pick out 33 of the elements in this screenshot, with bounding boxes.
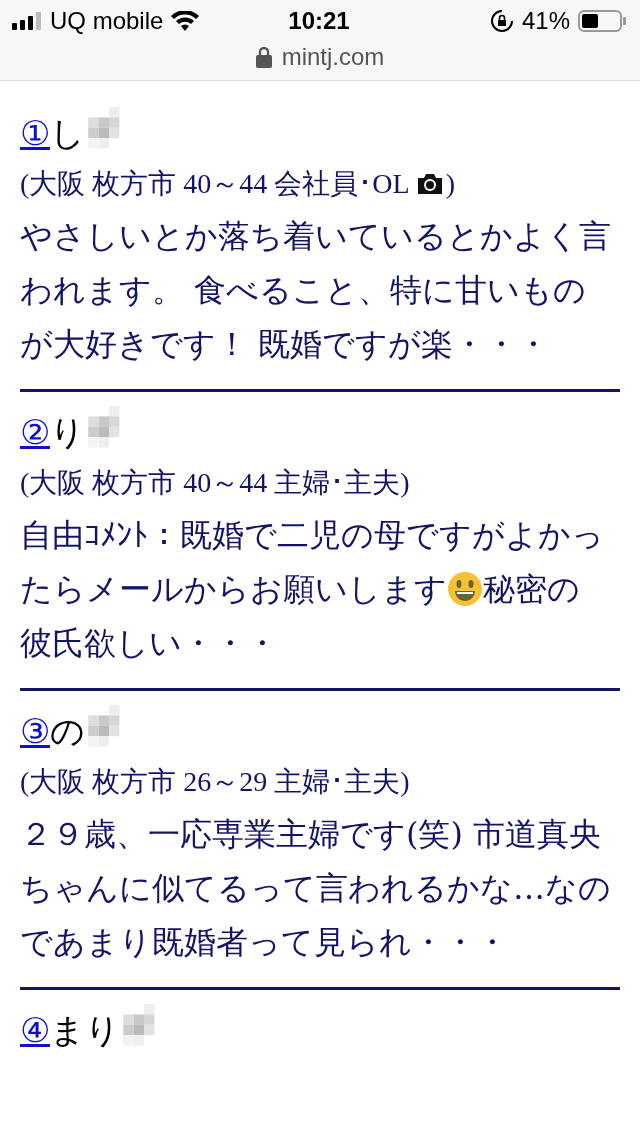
lock-icon: [255, 46, 272, 68]
carrier-name: UQ mobile: [50, 7, 164, 35]
profile-comment: 彼氏欲しい・・・: [20, 623, 278, 664]
profile-comment: ２９歳、一応専業主婦です(笑) 市道真央: [20, 814, 602, 855]
profile-comment: 秘密の: [483, 569, 580, 610]
entry-name: り: [50, 411, 85, 454]
entry-name: の: [50, 710, 85, 753]
profile-comment: が大好きです！ 既婚ですが楽・・・: [20, 324, 550, 365]
profile-comment: われます。 食べること、特に甘いもの: [20, 270, 587, 311]
entry-name: し: [50, 112, 85, 155]
entry-number-link[interactable]: ①: [20, 110, 50, 156]
signal-icon: [12, 12, 42, 30]
battery-percent: 41%: [521, 7, 570, 35]
profile-comment: 自由ｺﾒﾝﾄ：既婚で二児の母ですがよかっ: [20, 515, 604, 556]
wifi-icon: [171, 11, 200, 31]
camera-icon: [415, 172, 444, 196]
profile-details: ): [445, 167, 455, 201]
profile-details: (大阪 枚方市 26～29 主婦･主夫): [20, 765, 410, 799]
profile-comment: たらメールからお願いします: [20, 569, 447, 610]
rotation-lock-icon: [489, 9, 514, 33]
entry-number-link[interactable]: ④: [20, 1007, 50, 1053]
profile-comment: やさしいとか落ち着いているとかよく言: [20, 216, 611, 257]
profile-details: (大阪 枚方市 40～44 会社員･OL: [20, 167, 410, 201]
profile-comment: であまり既婚者って見られ・・・: [20, 922, 508, 963]
entry-number-link[interactable]: ③: [20, 708, 50, 754]
profile-comment: ちゃんに似てるって言われるかな…なの: [20, 868, 611, 909]
clock-time: 10:21: [288, 7, 350, 35]
entry-name: まり: [50, 1009, 120, 1052]
profile-details: (大阪 枚方市 40～44 主婦･主夫): [20, 466, 410, 500]
page-url[interactable]: mintj.com: [281, 43, 385, 71]
entry-number-link[interactable]: ②: [20, 409, 50, 455]
smiley-icon: [447, 571, 483, 607]
battery-icon: [578, 10, 626, 32]
